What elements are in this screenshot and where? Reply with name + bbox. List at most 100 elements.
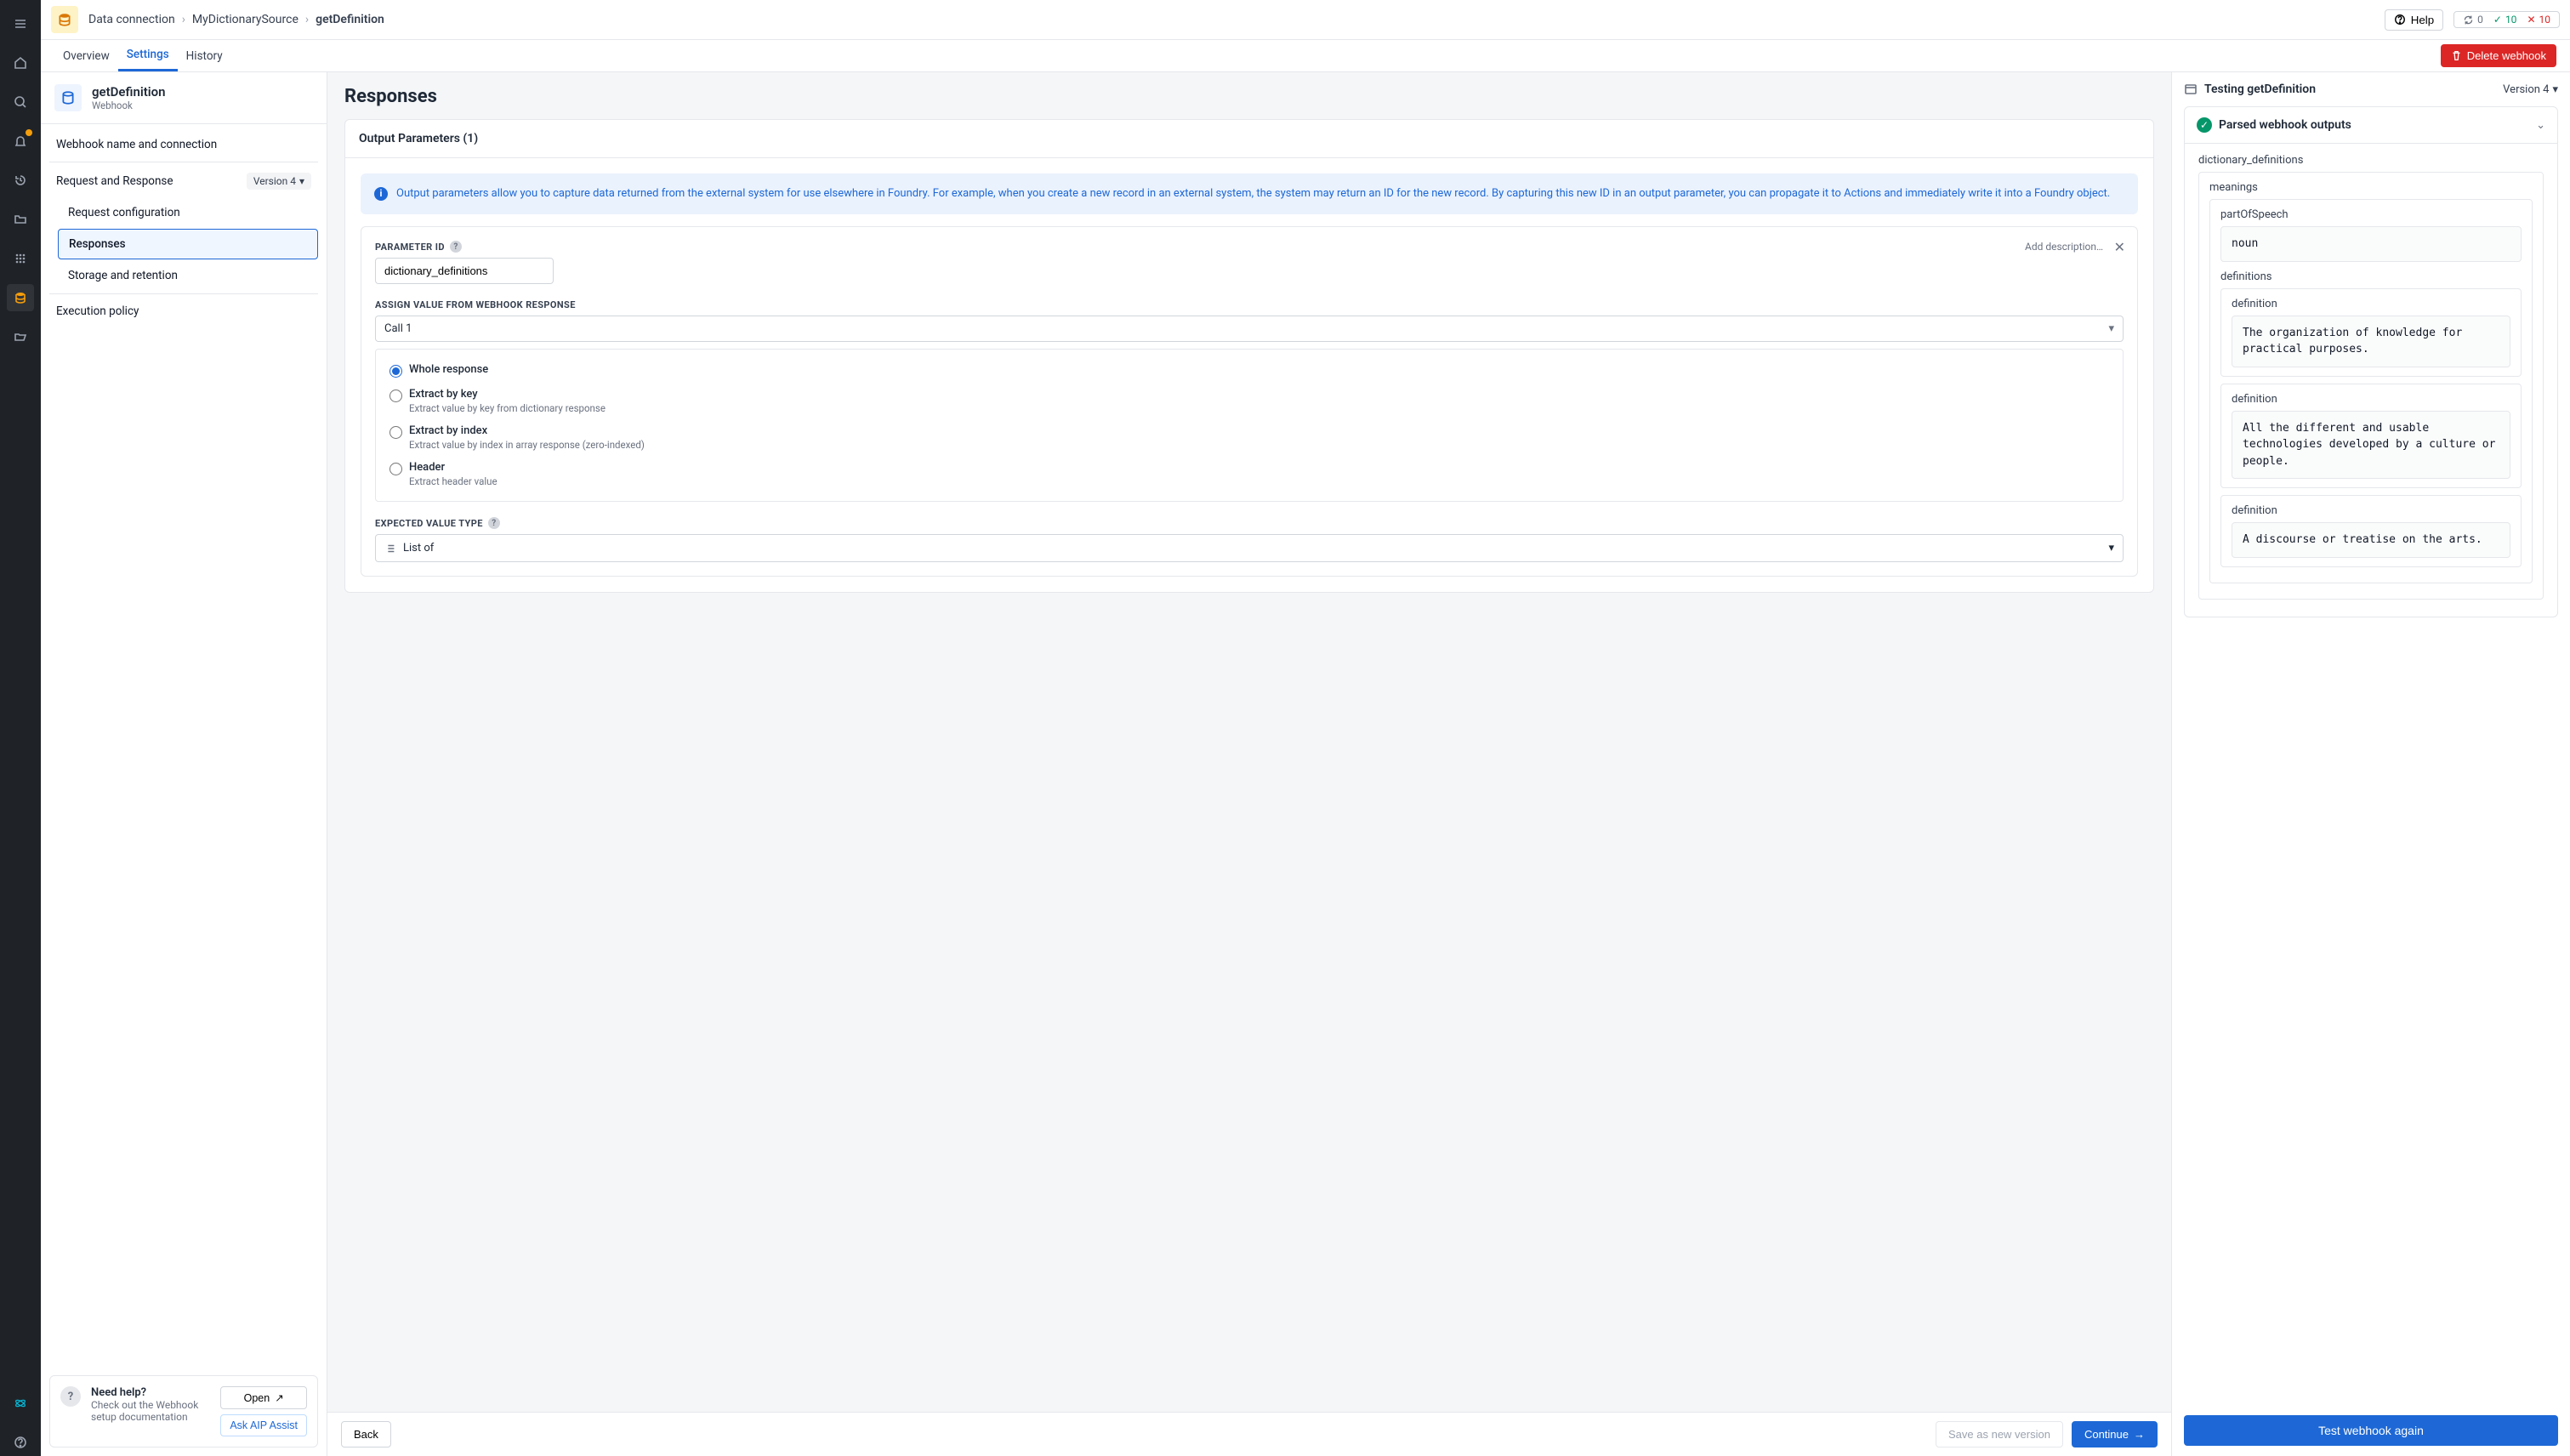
call-select[interactable]: Call 1 ▾ bbox=[375, 316, 2124, 342]
nav-request-response[interactable]: Request and Response Version 4▾ bbox=[49, 166, 318, 196]
tab-settings[interactable]: Settings bbox=[118, 40, 178, 71]
chevron-down-icon: ▾ bbox=[2108, 322, 2114, 335]
help-card: ? Need help? Check out the Webhook setup… bbox=[49, 1375, 318, 1447]
topbar: Data connection › MyDictionarySource › g… bbox=[41, 0, 2570, 40]
open-docs-button[interactable]: Open↗ bbox=[220, 1386, 307, 1409]
info-text: Output parameters allow you to capture d… bbox=[396, 185, 2110, 202]
parameter-card: ✕ PARAMETER ID ? Add description… ASSIGN… bbox=[361, 226, 2138, 577]
webhook-icon bbox=[54, 84, 82, 111]
definition-value: The organization of knowledge for practi… bbox=[2232, 316, 2510, 367]
delete-label: Delete webhook bbox=[2467, 49, 2546, 62]
center-scroll[interactable]: Responses Output Parameters (1) i Output… bbox=[327, 72, 2171, 1412]
help-label: Help bbox=[2411, 14, 2434, 26]
param-id-input[interactable] bbox=[375, 258, 554, 284]
nav-storage[interactable]: Storage and retention bbox=[58, 261, 318, 290]
menu-icon[interactable] bbox=[7, 10, 34, 37]
test-version-select[interactable]: Version 4▾ bbox=[2503, 83, 2558, 96]
nav-request-config[interactable]: Request configuration bbox=[58, 198, 318, 227]
key-definitions: definitions bbox=[2220, 270, 2522, 283]
webhook-title: getDefinition bbox=[92, 84, 166, 100]
trash-icon bbox=[2451, 50, 2462, 61]
sync-count: 0 bbox=[2477, 14, 2483, 26]
param-id-label: PARAMETER ID bbox=[375, 242, 445, 253]
nav-responses[interactable]: Responses bbox=[58, 229, 318, 259]
database-chip-icon bbox=[51, 6, 78, 33]
key-root: dictionary_definitions bbox=[2198, 154, 2544, 167]
delete-webhook-button[interactable]: Delete webhook bbox=[2441, 44, 2556, 67]
success-icon: ✓ bbox=[2197, 117, 2212, 133]
help-button[interactable]: Help bbox=[2385, 9, 2443, 31]
type-label: EXPECTED VALUE TYPE bbox=[375, 518, 483, 529]
tabs: Overview Settings History Delete webhook bbox=[41, 40, 2570, 72]
left-nav-panel: getDefinition Webhook Webhook name and c… bbox=[41, 72, 327, 1456]
key-pos: partOfSpeech bbox=[2220, 208, 2522, 221]
footer-bar: Back Save as new version Continue→ bbox=[327, 1412, 2171, 1456]
panel-icon bbox=[2184, 82, 2198, 96]
help-circle-icon[interactable] bbox=[7, 1429, 34, 1456]
breadcrumb: Data connection › MyDictionarySource › g… bbox=[88, 13, 384, 26]
save-version-button[interactable]: Save as new version bbox=[1936, 1421, 2063, 1447]
remove-param-button[interactable]: ✕ bbox=[2114, 239, 2125, 255]
tab-history[interactable]: History bbox=[178, 40, 231, 71]
database-icon[interactable] bbox=[7, 284, 34, 311]
radio-extract-key[interactable]: Extract by keyExtract value by key from … bbox=[389, 388, 2109, 414]
key-definition: definition bbox=[2232, 504, 2510, 517]
key-definition: definition bbox=[2232, 393, 2510, 406]
info-icon: i bbox=[374, 187, 388, 201]
atom-icon[interactable] bbox=[7, 1390, 34, 1417]
folder-open-icon[interactable] bbox=[7, 323, 34, 350]
app-rail bbox=[0, 0, 41, 1456]
radio-whole-response[interactable]: Whole response bbox=[389, 363, 2109, 378]
chevron-down-icon: ▾ bbox=[2108, 542, 2114, 555]
bell-icon[interactable] bbox=[7, 128, 34, 155]
help-tooltip-icon[interactable]: ? bbox=[450, 241, 462, 253]
breadcrumb-source[interactable]: MyDictionarySource bbox=[192, 13, 299, 26]
help-circle-icon bbox=[2394, 14, 2406, 26]
radio-header[interactable]: HeaderExtract header value bbox=[389, 461, 2109, 487]
extract-options: Whole response Extract by keyExtract val… bbox=[375, 349, 2124, 502]
key-meanings: meanings bbox=[2209, 181, 2533, 194]
help-card-desc: Check out the Webhook setup documentatio… bbox=[91, 1399, 212, 1423]
chevron-right-icon: › bbox=[305, 13, 309, 26]
definition-value: A discourse or treatise on the arts. bbox=[2232, 522, 2510, 558]
fail-count: 10 bbox=[2539, 14, 2551, 26]
tab-overview[interactable]: Overview bbox=[54, 40, 118, 71]
home-icon[interactable] bbox=[7, 49, 34, 77]
check-icon: ✓ bbox=[2493, 14, 2502, 26]
back-button[interactable]: Back bbox=[341, 1421, 391, 1447]
parsed-outputs-card: ✓ Parsed webhook outputs ⌄ dictionary_de… bbox=[2184, 106, 2558, 617]
test-panel: Testing getDefinition Version 4▾ ✓ Parse… bbox=[2172, 72, 2570, 1456]
breadcrumb-current: getDefinition bbox=[316, 13, 384, 26]
arrow-right-icon: → bbox=[2134, 1428, 2145, 1441]
list-icon bbox=[384, 543, 396, 555]
help-tooltip-icon[interactable]: ? bbox=[488, 517, 500, 529]
definition-value: All the different and usable technologie… bbox=[2232, 411, 2510, 480]
folder-icon[interactable] bbox=[7, 206, 34, 233]
help-card-title: Need help? bbox=[91, 1386, 212, 1399]
type-select[interactable]: List of ▾ bbox=[375, 534, 2124, 562]
test-again-button[interactable]: Test webhook again bbox=[2184, 1415, 2558, 1446]
search-icon[interactable] bbox=[7, 88, 34, 116]
continue-button[interactable]: Continue→ bbox=[2072, 1421, 2158, 1447]
chevron-down-icon: ▾ bbox=[2552, 83, 2558, 96]
status-indicator[interactable]: 0 ✓10 ✕10 bbox=[2453, 11, 2560, 28]
ask-aip-button[interactable]: Ask AIP Assist bbox=[220, 1414, 307, 1436]
value-pos: noun bbox=[2220, 226, 2522, 262]
breadcrumb-root[interactable]: Data connection bbox=[88, 13, 175, 26]
history-icon[interactable] bbox=[7, 167, 34, 194]
chevron-down-icon: ⌄ bbox=[2536, 119, 2545, 132]
webhook-subtitle: Webhook bbox=[92, 100, 166, 111]
page-title: Responses bbox=[344, 86, 2154, 107]
radio-extract-index[interactable]: Extract by indexExtract value by index i… bbox=[389, 424, 2109, 451]
card-header: Output Parameters (1) bbox=[345, 120, 2153, 158]
parsed-outputs-header[interactable]: ✓ Parsed webhook outputs ⌄ bbox=[2185, 107, 2557, 144]
nav-connection[interactable]: Webhook name and connection bbox=[49, 131, 318, 158]
add-description-link[interactable]: Add description… bbox=[2025, 241, 2124, 253]
info-callout: i Output parameters allow you to capture… bbox=[361, 173, 2138, 214]
key-definition: definition bbox=[2232, 298, 2510, 310]
version-selector[interactable]: Version 4▾ bbox=[247, 173, 311, 190]
external-link-icon: ↗ bbox=[275, 1391, 283, 1404]
apps-icon[interactable] bbox=[7, 245, 34, 272]
test-panel-title: Testing getDefinition bbox=[2204, 82, 2316, 96]
nav-execution-policy[interactable]: Execution policy bbox=[49, 298, 318, 325]
